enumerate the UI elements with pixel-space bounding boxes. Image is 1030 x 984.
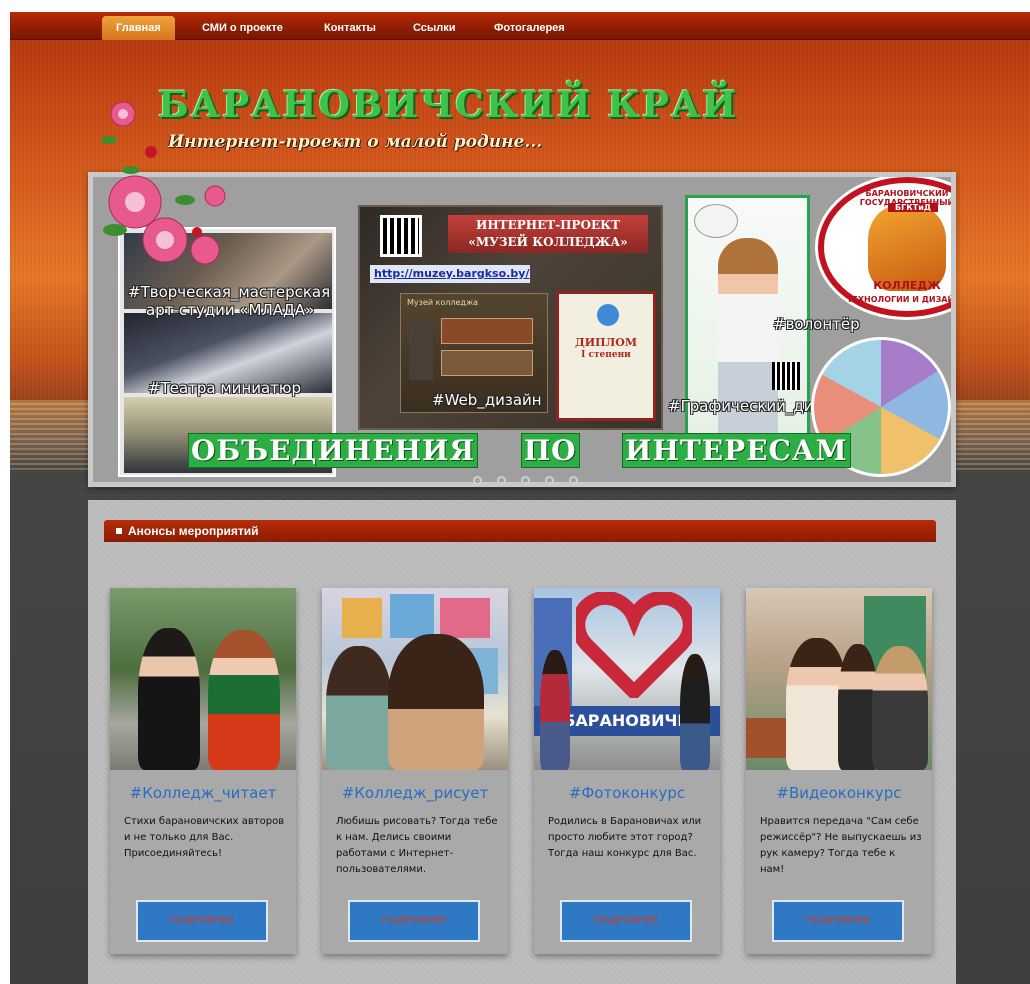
announcement-card-photo-contest: БАРАНОВИЧИ #Фотоконкурс Родились в Баран… [534,588,720,954]
diploma-emblem-icon [597,304,619,326]
slider-pagination [473,470,588,485]
announcement-card-drawing: #Колледж_рисует Любишь рисовать? Тогда т… [322,588,508,954]
announcement-card-video-contest: #Видеоконкурс Нравится передача "Сам себ… [746,588,932,954]
hashtag-theatre: #Театра миниатюр [148,379,302,397]
diploma-title: ДИПЛОМ [574,336,638,349]
slider-dot-1[interactable] [473,476,482,485]
card-image-drawing [322,588,508,770]
painting [342,598,382,638]
card-image-video-contest [746,588,932,770]
banner-word-2: ПО [520,433,580,468]
painting [390,594,434,638]
more-button[interactable]: ПОДРОБНЕЕ [772,900,904,942]
announcements-header: Анонсы мероприятий [104,520,936,542]
photo-person [208,630,280,770]
page: Главная СМИ о проекте Контакты Ссылки Фо… [10,12,1030,984]
hashtag-web: #Web_дизайн [432,391,542,409]
rose-flowers-icon [101,101,226,265]
museum-url-link[interactable]: http://muzey.bargkso.by/ [370,265,530,283]
card-title[interactable]: #Видеоконкурс [746,784,932,802]
announcements-panel: Анонсы мероприятий #Колледж_читает Стихи… [88,500,956,984]
nav-item-media[interactable]: СМИ о проекте [188,16,297,40]
emblem-abbr: БГКТиД [888,203,938,212]
photo-person [872,646,928,770]
card-description: Стихи барановичских авторов и не только … [124,816,285,859]
qr-code-icon-2 [772,362,800,390]
banner-slogan: ОБЪЕДИНЕНИЯ ПО ИНТЕРЕСАМ [188,433,851,475]
card-image-reading [110,588,296,770]
photo-person [540,650,570,770]
square-bullet-icon [116,528,122,534]
card-title[interactable]: #Колледж_читает [110,784,296,802]
hashtag-volunteer: #волонтёр [773,315,860,333]
more-button[interactable]: ПОДРОБНЕЕ [348,900,480,942]
museum-screen-thumb-1 [441,318,533,344]
painting [440,598,490,638]
card-image-photo-contest: БАРАНОВИЧИ [534,588,720,770]
photo-person [680,654,710,770]
slide-museum-project: ИНТЕРНЕТ-ПРОЕКТ «МУЗЕЙ КОЛЛЕДЖА» http://… [358,205,663,430]
announcement-card-reading: #Колледж_читает Стихи барановичских авто… [110,588,296,954]
card-description: Родились в Барановичах или просто любите… [548,816,702,859]
museum-heading-line1: ИНТЕРНЕТ-ПРОЕКТ [476,218,620,232]
emblem-text-middle: КОЛЛЕДЖ [873,279,941,292]
card-title[interactable]: #Колледж_рисует [322,784,508,802]
card-description: Нравится передача "Сам себе режиссёр"? Н… [760,816,922,875]
diploma-subtitle: I степени [581,350,631,360]
heart-sign-icon [576,592,692,698]
photo-person [138,628,200,770]
hashtag-studio-2: арт-студии «МЛАДА» [146,301,315,319]
more-button[interactable]: ПОДРОБНЕЕ [560,900,692,942]
books [746,718,786,758]
top-navigation: Главная СМИ о проекте Контакты Ссылки Фо… [10,12,1030,40]
banner-word-1: ОБЪЕДИНЕНИЯ [188,433,479,468]
banner-word-3: ИНТЕРЕСАМ [622,433,851,468]
card-description: Любишь рисовать? Тогда тебе к нам. Делис… [336,816,498,875]
museum-heading: ИНТЕРНЕТ-ПРОЕКТ «МУЗЕЙ КОЛЛЕДЖА» [448,215,648,253]
college-emblem-logo: БАРАНОВИЧСКИЙ ГОСУДАРСТВЕННЫЙ БГКТиД КОЛ… [818,177,956,317]
qr-code-icon [380,215,422,257]
announcements-title: Анонсы мероприятий [128,524,259,538]
site-title[interactable]: БАРАНОВИЧСКИЙ КРАЙ [158,84,738,126]
museum-screen-statue [409,320,433,380]
card-title[interactable]: #Фотоконкурс [534,784,720,802]
nav-item-links[interactable]: Ссылки [399,16,470,40]
hashtag-studio: #Творческая_мастерская [128,283,331,301]
header-banner: БАРАНОВИЧСКИЙ КРАЙ Интернет-проект о мал… [10,40,1030,487]
more-button[interactable]: ПОДРОБНЕЕ [136,900,268,942]
diploma-image: ДИПЛОМ I степени [556,291,656,421]
nav-item-home[interactable]: Главная [102,16,175,40]
emblem-text-bottom: ТЕХНОЛОГИИ И ДИЗАЙНА [846,295,956,304]
photo-person [388,634,484,770]
museum-heading-line2: «МУЗЕЙ КОЛЛЕДЖА» [468,235,628,249]
nav-item-gallery[interactable]: Фотогалерея [480,16,579,40]
museum-screen-title: Музей колледжа [407,298,479,307]
museum-screen-thumb-2 [441,350,533,376]
speech-bubble-icon [694,204,738,238]
nav-item-contacts[interactable]: Контакты [310,16,390,40]
photo-person [326,646,392,770]
